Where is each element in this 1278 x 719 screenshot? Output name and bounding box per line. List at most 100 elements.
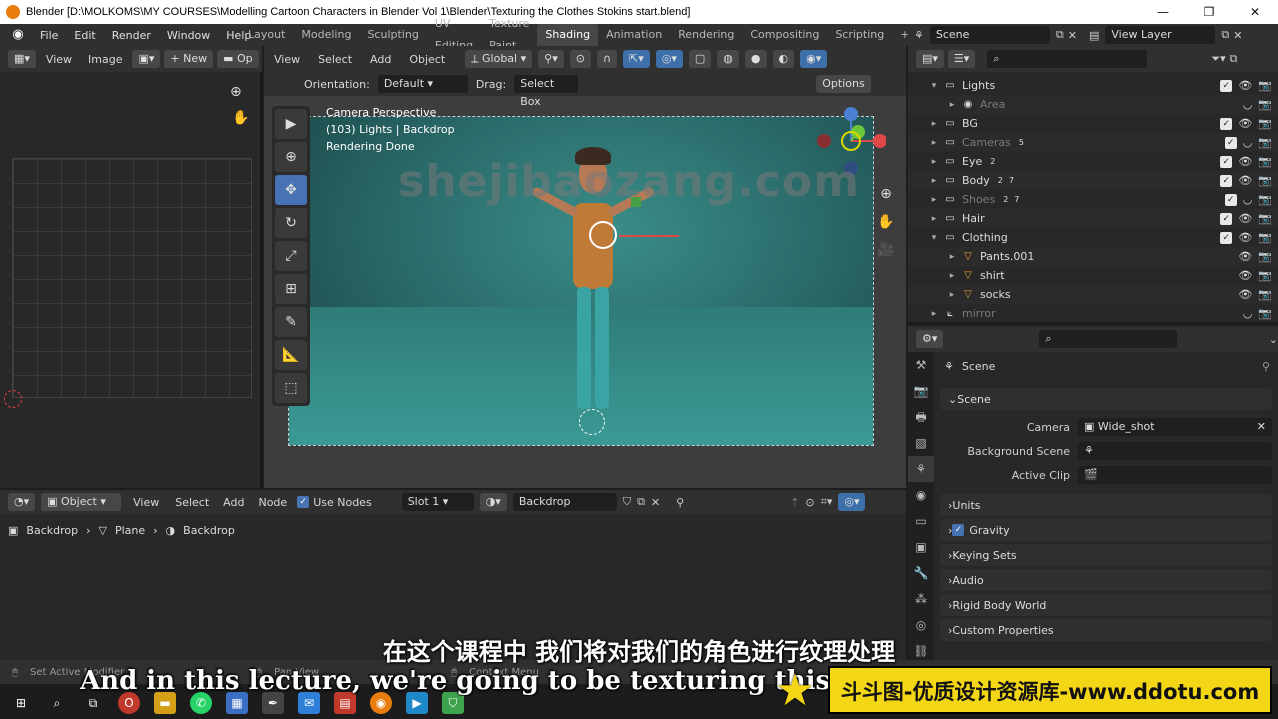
camera-render-icon[interactable]: 📷 (1258, 79, 1272, 92)
chevron-down-icon[interactable]: ⌄ (1269, 333, 1278, 346)
panel-audio[interactable]: › Audio (940, 569, 1272, 591)
menu-file[interactable]: File (32, 29, 66, 42)
pivot-dropdown[interactable]: ⚲▾ (538, 50, 564, 68)
outliner-row[interactable]: ▸ ▽ socks 👁 📷 (908, 285, 1278, 304)
chevron-right-icon[interactable]: ▸ (928, 119, 940, 129)
menu-object[interactable]: Object (403, 53, 451, 66)
transform-orientation-dropdown[interactable]: ⟂ Global ▾ (465, 50, 533, 68)
menu-select[interactable]: Select (312, 53, 358, 66)
new-image-button[interactable]: + New (164, 50, 214, 68)
outliner-row[interactable]: ▾ ▭ Clothing ✓ 👁 📷 (908, 228, 1278, 247)
rotate-tool-icon[interactable]: ↻ (275, 208, 307, 238)
transform-tool-icon[interactable]: ⊞ (275, 274, 307, 304)
blender-menu-icon[interactable]: ◉ (10, 27, 26, 43)
tab-shading[interactable]: Shading (537, 24, 599, 46)
tool-tab-icon[interactable]: ⚒ (908, 352, 934, 378)
3d-viewport[interactable]: View Select Add Object ⟂ Global ▾ ⚲▾ ⊙ ∩… (264, 46, 906, 488)
camera-render-icon[interactable]: 📷 (1258, 231, 1272, 244)
parent-node-tree-icon[interactable]: ⇡ (790, 496, 799, 509)
pin-icon[interactable]: ⚲ (1262, 360, 1270, 373)
menu-render[interactable]: Render (104, 29, 159, 42)
menu-node[interactable]: Node (254, 496, 291, 509)
delete-view-layer-icon[interactable]: ✕ (1233, 29, 1242, 42)
shading-wireframe[interactable]: ◍ (717, 50, 739, 68)
render-tab-icon[interactable]: 📷 (908, 378, 934, 404)
overlays-toggle[interactable]: ◎▾ (655, 50, 683, 68)
tab-modeling[interactable]: Modeling (293, 24, 359, 46)
delete-scene-icon[interactable]: ✕ (1068, 29, 1077, 42)
outliner-row[interactable]: ▸ ▭ Hair ✓ 👁 📷 (908, 209, 1278, 228)
chevron-right-icon[interactable]: ▸ (928, 157, 940, 167)
world-tab-icon[interactable]: ◉ (908, 482, 934, 508)
menu-image[interactable]: Image (82, 53, 128, 66)
camera-render-icon[interactable]: 📷 (1258, 193, 1272, 206)
maximize-button[interactable]: ❐ (1186, 0, 1232, 24)
overlays-toggle[interactable]: ◎▾ (838, 493, 866, 511)
eye-icon[interactable]: 👁 (1238, 250, 1252, 263)
eye-icon[interactable]: 👁 (1238, 288, 1252, 301)
scale-tool-icon[interactable]: ⤢ (275, 241, 307, 271)
outliner-row[interactable]: ▸ ▭ Cameras 5 ✓ ◡ 📷 (908, 133, 1278, 152)
background-scene-field[interactable]: ⚘ (1078, 442, 1272, 460)
camera-field[interactable]: ▣ Wide_shot ✕ (1078, 418, 1272, 436)
tab-compositing[interactable]: Compositing (742, 24, 827, 46)
view-layer-tab-icon[interactable]: ▧ (908, 430, 934, 456)
fake-user-icon[interactable]: ⛉ (623, 495, 631, 509)
eye-icon[interactable]: 👁 (1238, 231, 1252, 244)
exclude-checkbox[interactable]: ✓ (1220, 79, 1233, 92)
pan-hand-icon[interactable]: ✋ (232, 110, 249, 126)
outliner-row[interactable]: ▸ ▭ Body 2 7 ✓ 👁 📷 (908, 171, 1278, 190)
chevron-right-icon[interactable]: ▸ (928, 195, 940, 205)
exclude-checkbox[interactable]: ✓ (1220, 117, 1233, 130)
chevron-right-icon[interactable]: ▸ (928, 214, 940, 224)
shading-material[interactable]: ◐ (772, 50, 795, 68)
chevron-right-icon[interactable]: ▸ (928, 309, 940, 319)
tab-scripting[interactable]: Scripting (827, 24, 892, 46)
camera-render-icon[interactable]: 📷 (1258, 307, 1272, 320)
eye-icon[interactable]: 👁 (1238, 174, 1252, 187)
chevron-down-icon[interactable]: ▾ (928, 233, 940, 243)
camera-render-icon[interactable]: 📷 (1258, 136, 1272, 149)
zoom-icon[interactable]: ⊕ (874, 186, 898, 214)
tab-rendering[interactable]: Rendering (670, 24, 742, 46)
outliner-row[interactable]: ▸ ▭ Eye 2 ✓ 👁 📷 (908, 152, 1278, 171)
menu-view[interactable]: View (268, 53, 306, 66)
snap-element-icon[interactable]: ⌗▾ (821, 495, 833, 509)
zoom-icon[interactable]: ⊕ (230, 84, 242, 100)
object-tab-icon[interactable]: ▣ (908, 534, 934, 560)
eye-icon[interactable]: 👁 (1238, 155, 1252, 168)
select-tool-icon[interactable]: ▶ (275, 109, 307, 139)
new-view-layer-icon[interactable]: ⧉ (1221, 28, 1229, 42)
display-mode-dropdown[interactable]: ☰▾ (947, 50, 976, 68)
3d-cursor-icon[interactable] (579, 409, 605, 435)
object-mode-dropdown[interactable]: ▣ Object ▾ (41, 493, 122, 511)
exclude-checkbox[interactable]: ✓ (1224, 136, 1237, 149)
panel-rigid-body-world[interactable]: › Rigid Body World (940, 594, 1272, 616)
camera-render-icon[interactable]: 📷 (1258, 117, 1272, 130)
gravity-checkbox[interactable]: ✓ (952, 524, 965, 536)
camera-view-icon[interactable]: 🎥 (874, 242, 898, 270)
exclude-checkbox[interactable]: ✓ (1220, 212, 1233, 225)
filter-icon[interactable]: ⏷▾ (1211, 52, 1225, 66)
measure-tool-icon[interactable]: 📐 (275, 340, 307, 370)
chevron-right-icon[interactable]: ▸ (928, 138, 940, 148)
proportional-toggle[interactable]: ∩ (596, 50, 617, 68)
move-tool-icon[interactable]: ✥ (275, 175, 307, 205)
outliner-row[interactable]: ▸ ▽ Pants.001 👁 📷 (908, 247, 1278, 266)
exclude-checkbox[interactable]: ✓ (1220, 174, 1233, 187)
eye-icon[interactable]: ◡ (1243, 193, 1253, 206)
windows-start-icon[interactable]: ⊞ (10, 692, 32, 714)
2d-cursor-icon[interactable] (4, 390, 22, 408)
modifier-tab-icon[interactable]: 🔧 (908, 560, 934, 586)
outliner-row[interactable]: ▸ ⟀ mirror ◡ 📷 (908, 304, 1278, 323)
particles-tab-icon[interactable]: ⁂ (908, 586, 934, 612)
eye-icon[interactable]: 👁 (1238, 79, 1252, 92)
use-nodes-checkbox[interactable]: ✓ Use Nodes (297, 496, 372, 509)
exclude-checkbox[interactable]: ✓ (1224, 193, 1237, 206)
outliner-row[interactable]: ▸ ▽ shirt 👁 📷 (908, 266, 1278, 285)
menu-edit[interactable]: Edit (66, 29, 103, 42)
editor-type-icon[interactable]: ▤▾ (916, 50, 944, 68)
panel-units[interactable]: › Units (940, 494, 1272, 516)
eye-icon[interactable]: 👁 (1238, 117, 1252, 130)
camera-render-icon[interactable]: 📷 (1258, 269, 1272, 282)
